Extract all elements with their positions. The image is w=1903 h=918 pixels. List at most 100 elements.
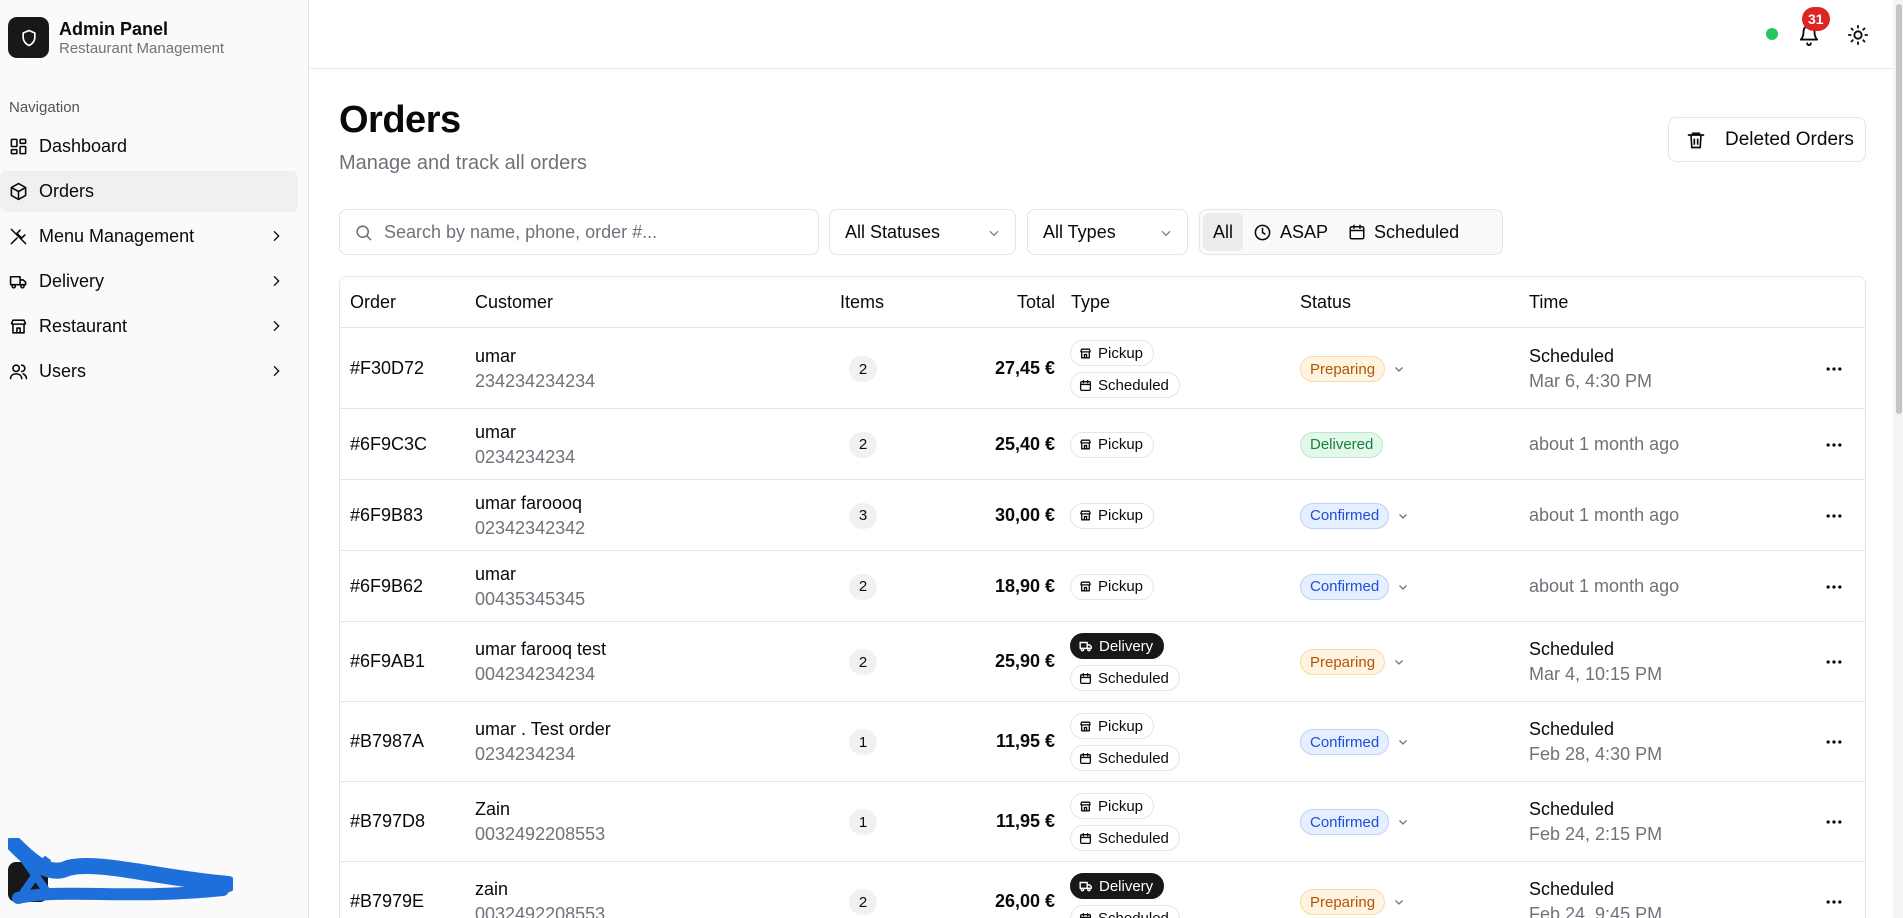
sidebar-item-orders[interactable]: Orders — [0, 171, 298, 212]
time-cell: about 1 month ago — [1529, 505, 1679, 526]
connection-status-indicator — [1766, 28, 1778, 40]
order-id[interactable]: #6F9B62 — [350, 576, 423, 597]
column-header-total[interactable]: Total — [1017, 292, 1055, 313]
brand[interactable]: Admin Panel Restaurant Management — [8, 17, 224, 58]
more-actions-icon[interactable] — [1824, 435, 1844, 455]
chevron-down-icon[interactable] — [1397, 816, 1409, 828]
type-select[interactable]: All Types — [1027, 209, 1188, 255]
order-id[interactable]: #6F9C3C — [350, 434, 427, 455]
sidebar-item-restaurant[interactable]: Restaurant — [0, 306, 298, 347]
more-actions-icon[interactable] — [1824, 359, 1844, 379]
segment-all[interactable]: All — [1203, 213, 1244, 251]
time-cell: about 1 month ago — [1529, 434, 1679, 455]
sidebar-item-delivery[interactable]: Delivery — [0, 261, 298, 302]
time-mode: Scheduled — [1529, 346, 1615, 366]
order-id[interactable]: #F30D72 — [350, 358, 424, 379]
column-header-order[interactable]: Order — [350, 292, 396, 313]
more-actions-icon[interactable] — [1824, 577, 1844, 597]
order-id[interactable]: #6F9B83 — [350, 505, 423, 526]
order-id[interactable]: #6F9AB1 — [350, 651, 425, 672]
truck-icon — [1079, 881, 1092, 892]
chevron-down-icon[interactable] — [1393, 896, 1405, 908]
table-row[interactable]: #6F9B62 umar 00435345345 2 18,90 € Pickup Conf… — [340, 551, 1865, 622]
items-count: 3 — [849, 502, 877, 529]
search-input[interactable] — [384, 210, 804, 254]
sidebar-item-menu-management[interactable]: Menu Management — [0, 216, 298, 257]
page-title: Orders — [339, 99, 461, 141]
column-header-time[interactable]: Time — [1529, 292, 1568, 313]
order-id[interactable]: #B797D8 — [350, 811, 425, 832]
page-scrollbar-thumb[interactable] — [1896, 4, 1902, 414]
more-actions-icon[interactable] — [1824, 652, 1844, 672]
brand-subtitle: Restaurant Management — [59, 39, 225, 57]
order-total: 18,90 € — [994, 575, 1055, 596]
customer-name: umar faroooq — [475, 492, 583, 513]
store-icon — [1080, 439, 1091, 450]
clock-icon — [1254, 224, 1271, 240]
table-row[interactable]: #F30D72 umar 234234234234 2 27,45 € Pickup Sch… — [340, 329, 1865, 409]
chevron-down-icon — [1161, 230, 1171, 237]
customer-cell: zain 0032492208553 — [475, 877, 605, 918]
more-actions-icon[interactable] — [1824, 892, 1844, 912]
segment-scheduled[interactable]: Scheduled — [1338, 213, 1469, 251]
column-header-type[interactable]: Type — [1071, 292, 1110, 313]
dashboard-icon — [10, 138, 27, 155]
sun-icon[interactable] — [1847, 24, 1869, 46]
scheduled-tag-label: Scheduled — [1098, 669, 1169, 687]
deleted-orders-button[interactable]: Deleted Orders — [1668, 117, 1866, 162]
table-row[interactable]: #6F9AB1 umar farooq test 004234234234 2 25,9… — [340, 622, 1865, 702]
chevron-right-icon — [273, 320, 280, 332]
sidebar: Admin Panel Restaurant Management Naviga… — [0, 0, 309, 918]
time-value: Feb 24, 9:45 PM — [1529, 904, 1663, 918]
chevron-down-icon[interactable] — [1393, 363, 1405, 375]
calendar-icon — [1079, 912, 1092, 918]
order-type-cell: Delivery Scheduled — [1070, 873, 1180, 918]
order-type-tag: Pickup — [1070, 502, 1155, 529]
chevron-down-icon[interactable] — [1397, 736, 1409, 748]
order-id[interactable]: #B7987A — [350, 731, 424, 752]
segment-asap[interactable]: ASAP — [1243, 213, 1338, 251]
chevron-down-icon[interactable] — [1397, 510, 1409, 522]
truck-icon — [9, 275, 27, 289]
search-field[interactable] — [339, 209, 819, 255]
column-header-customer[interactable]: Customer — [475, 292, 553, 313]
order-type-cell: Pickup Scheduled — [1070, 340, 1180, 404]
more-actions-icon[interactable] — [1824, 812, 1844, 832]
customer-phone: 0032492208553 — [475, 904, 606, 918]
status-cell[interactable]: Preparing — [1300, 649, 1405, 675]
table-row[interactable]: #B7987A umar . Test order 0234234234 1 11,95… — [340, 702, 1865, 782]
customer-cell: umar 00435345345 — [475, 562, 585, 612]
shield-icon — [8, 17, 49, 58]
time-value: Feb 28, 4:30 PM — [1529, 744, 1663, 764]
column-header-status[interactable]: Status — [1300, 292, 1351, 313]
status-cell[interactable]: Preparing — [1300, 356, 1405, 382]
status-cell[interactable]: Confirmed — [1300, 573, 1409, 600]
status-cell[interactable]: Confirmed — [1300, 729, 1409, 755]
order-type-tag: Pickup — [1070, 340, 1155, 366]
status-cell[interactable]: Confirmed — [1300, 502, 1409, 529]
customer-phone: 0234234234 — [475, 446, 576, 467]
sidebar-item-label: Users — [39, 361, 87, 381]
store-icon — [1080, 721, 1091, 731]
more-actions-icon[interactable] — [1824, 506, 1844, 526]
store-icon — [1080, 801, 1091, 811]
top-bar: 31 — [310, 0, 1903, 69]
more-actions-icon[interactable] — [1824, 732, 1844, 752]
table-row[interactable]: #6F9C3C umar 0234234234 2 25,40 € Pickup Deliv… — [340, 409, 1865, 480]
table-row[interactable]: #B797D8 Zain 0032492208553 1 11,95 € Pickup Sc… — [340, 782, 1865, 862]
column-header-items[interactable]: Items — [840, 292, 884, 313]
sidebar-item-dashboard[interactable]: Dashboard — [0, 126, 298, 167]
chevron-down-icon[interactable] — [1397, 581, 1409, 593]
status-select[interactable]: All Statuses — [829, 209, 1016, 255]
time-relative: about 1 month ago — [1529, 504, 1680, 525]
table-row[interactable]: #6F9B83 umar faroooq 02342342342 3 30,00 € Pi… — [340, 480, 1865, 551]
sidebar-item-users[interactable]: Users — [0, 351, 298, 392]
table-row[interactable]: #B7979E zain 0032492208553 2 26,00 € Delivery… — [340, 862, 1865, 918]
chevron-down-icon[interactable] — [1393, 656, 1405, 668]
order-id[interactable]: #B7979E — [350, 891, 424, 912]
user-profile-redacted[interactable] — [6, 836, 236, 913]
status-select-value: All Statuses — [845, 221, 941, 242]
status-cell[interactable]: Preparing — [1300, 889, 1405, 915]
status-cell[interactable]: Confirmed — [1300, 809, 1409, 835]
time-cell: Scheduled Feb 24, 2:15 PM — [1529, 797, 1662, 847]
